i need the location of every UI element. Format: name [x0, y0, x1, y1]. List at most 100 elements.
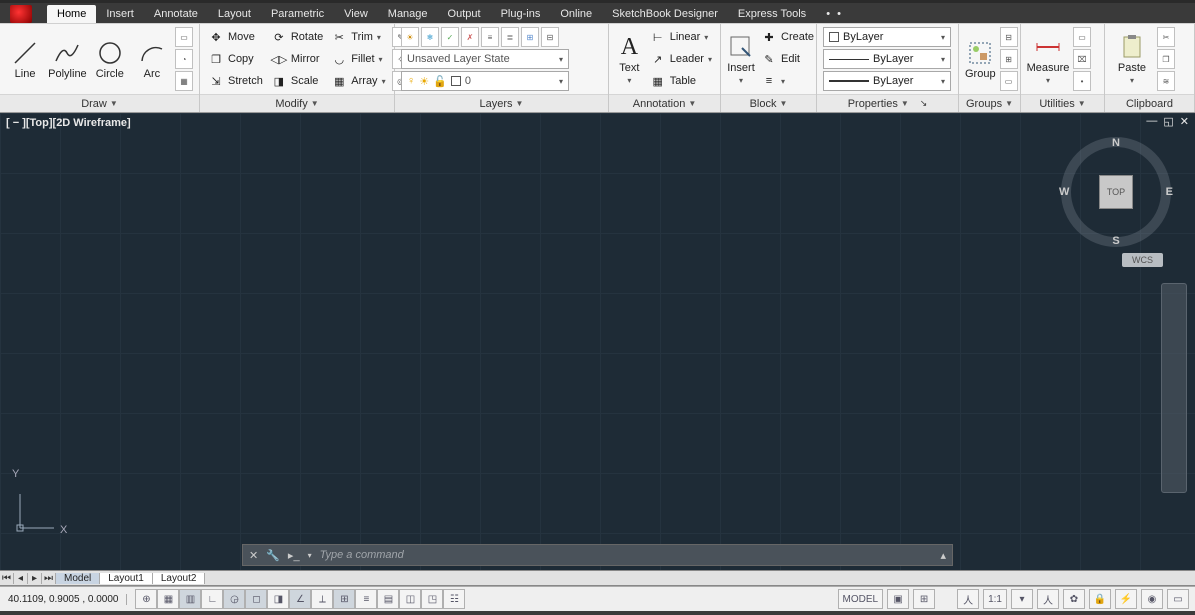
cmd-expand-icon[interactable]: ▴ — [940, 549, 946, 562]
viewcube-top-face[interactable]: TOP — [1099, 175, 1133, 209]
circle-button[interactable]: Circle — [91, 26, 129, 92]
trim-button[interactable]: ✂Trim▾ — [329, 26, 387, 48]
dialog-launcher-icon[interactable]: ↘ — [920, 98, 928, 109]
annoscale-icon[interactable]: 人 — [957, 589, 979, 609]
groupbbox-btn[interactable]: ▭ — [1000, 71, 1018, 91]
sc-btn[interactable]: ◳ — [421, 589, 443, 609]
tab-prev[interactable]: ◂ — [14, 573, 28, 584]
layer-btn-4[interactable]: ✗ — [461, 27, 479, 47]
panel-title-properties[interactable]: Properties▼↘ — [817, 94, 958, 112]
rotate-button[interactable]: ⟳Rotate — [269, 26, 325, 48]
model-status[interactable]: MODEL — [838, 589, 884, 609]
group-button[interactable]: Group — [965, 26, 996, 92]
ortho-btn[interactable]: ∟ — [201, 589, 223, 609]
copy-clip-btn[interactable]: ❐ — [1157, 49, 1175, 69]
measure-button[interactable]: Measure ▾ — [1027, 26, 1069, 92]
layer-btn-1[interactable]: ☀ — [401, 27, 419, 47]
move-button[interactable]: ✥Move — [206, 26, 265, 48]
lineweight-dd[interactable]: ByLayer▾ — [823, 71, 951, 91]
layer-btn-6[interactable]: ≣ — [501, 27, 519, 47]
panel-title-modify[interactable]: Modify▼ — [200, 94, 394, 112]
tab-last[interactable]: ⏭ — [42, 573, 56, 584]
panel-title-clipboard[interactable]: Clipboard — [1105, 94, 1194, 112]
select-btn[interactable]: ▭ — [1073, 27, 1091, 47]
calc-btn[interactable]: ⌧ — [1073, 49, 1091, 69]
tab-plugins[interactable]: Plug-ins — [491, 5, 551, 23]
tab-online[interactable]: Online — [550, 5, 602, 23]
qp-btn[interactable]: ◫ — [399, 589, 421, 609]
toolbar-lock-icon[interactable]: 🔒 — [1089, 589, 1111, 609]
color-dd[interactable]: ByLayer▾ — [823, 27, 951, 47]
drawing-viewport[interactable]: [ − ][Top][2D Wireframe] — ◱ ✕ TOP N S E… — [0, 113, 1195, 570]
close-icon[interactable]: ✕ — [1180, 115, 1189, 128]
layer-btn-8[interactable]: ⊟ — [541, 27, 559, 47]
hardware-accel-icon[interactable]: ⚡ — [1115, 589, 1137, 609]
otrack-btn[interactable]: ∠ — [289, 589, 311, 609]
cmd-wrench-icon[interactable]: 🔧 — [266, 549, 280, 562]
panel-title-layers[interactable]: Layers▼ — [395, 94, 608, 112]
text-button[interactable]: A Text ▾ — [615, 26, 644, 92]
insert-button[interactable]: Insert ▾ — [727, 26, 755, 92]
create-button[interactable]: ✚Create — [759, 26, 816, 48]
linetype-dd[interactable]: ByLayer▾ — [823, 49, 951, 69]
am-btn[interactable]: ☷ — [443, 589, 465, 609]
stretch-button[interactable]: ⇲Stretch — [206, 70, 265, 92]
ellipse-dd[interactable]: ◔ — [175, 49, 193, 69]
arc-button[interactable]: Arc — [133, 26, 171, 92]
wcs-badge[interactable]: WCS — [1122, 253, 1163, 267]
annolock-icon[interactable]: 人 — [1037, 589, 1059, 609]
line-button[interactable]: Line — [6, 26, 44, 92]
viewcube[interactable]: TOP N S E W — [1061, 137, 1171, 247]
scale-button[interactable]: ◨Scale — [269, 70, 325, 92]
viewport-label[interactable]: [ − ][Top][2D Wireframe] — [6, 117, 131, 129]
tab-first[interactable]: ⏮ — [0, 573, 14, 584]
annovis-icon[interactable]: ▾ — [1011, 589, 1033, 609]
tab-sketchbook[interactable]: SketchBook Designer — [602, 5, 728, 23]
groupedit-btn[interactable]: ⊞ — [1000, 49, 1018, 69]
ducs-btn[interactable]: ⟂ — [311, 589, 333, 609]
viewcube-w[interactable]: W — [1059, 186, 1069, 198]
polar-btn[interactable]: ◶ — [223, 589, 245, 609]
layout1-tab[interactable]: Layout1 — [100, 573, 153, 584]
copy-button[interactable]: ❐Copy — [206, 48, 265, 70]
mirror-button[interactable]: ◁▷Mirror — [269, 48, 325, 70]
match-btn[interactable]: ≋ — [1157, 71, 1175, 91]
layout2-tab[interactable]: Layout2 — [153, 573, 206, 584]
hatch-dd[interactable]: ▦ — [175, 71, 193, 91]
dyn-btn[interactable]: ⊞ — [333, 589, 355, 609]
3dosnap-btn[interactable]: ◨ — [267, 589, 289, 609]
table-button[interactable]: ▦Table — [648, 70, 714, 92]
panel-title-annotation[interactable]: Annotation▼ — [609, 94, 720, 112]
rectangle-dd[interactable]: ▭ — [175, 27, 193, 47]
paste-button[interactable]: Paste ▾ — [1111, 26, 1153, 92]
tpy-btn[interactable]: ▤ — [377, 589, 399, 609]
fillet-button[interactable]: ◡Fillet▾ — [329, 48, 387, 70]
layer-current-dd[interactable]: ♀ ☀ 🔓 0 ▾ — [401, 71, 569, 91]
coords-readout[interactable]: 40.1109, 0.9005 , 0.0000 — [0, 594, 127, 605]
command-line[interactable]: ✕ 🔧 ▸_ ▾ Type a command ▴ — [242, 544, 953, 566]
restore-icon[interactable]: ◱ — [1163, 115, 1173, 128]
tab-home[interactable]: Home — [47, 5, 96, 23]
viewcube-s[interactable]: S — [1112, 235, 1119, 247]
annoscale-value[interactable]: 1:1 — [983, 589, 1007, 609]
viewcube-n[interactable]: N — [1112, 137, 1120, 149]
ws-switch-icon[interactable]: ✿ — [1063, 589, 1085, 609]
tab-view[interactable]: View — [334, 5, 378, 23]
grid-btn[interactable]: ▥ — [179, 589, 201, 609]
status-grid-icon[interactable]: ▣ — [887, 589, 909, 609]
polyline-button[interactable]: Polyline — [48, 26, 87, 92]
infer-btn[interactable]: ⊕ — [135, 589, 157, 609]
edit-button[interactable]: ✎Edit — [759, 48, 816, 70]
clean-screen-icon[interactable]: ▭ — [1167, 589, 1189, 609]
panel-title-block[interactable]: Block▼ — [721, 94, 816, 112]
tab-layout[interactable]: Layout — [208, 5, 261, 23]
tab-output[interactable]: Output — [438, 5, 491, 23]
osnap-btn[interactable]: ◻ — [245, 589, 267, 609]
tab-expresstools[interactable]: Express Tools — [728, 5, 816, 23]
tab-insert[interactable]: Insert — [96, 5, 144, 23]
navigation-bar[interactable] — [1161, 283, 1187, 493]
leader-button[interactable]: ↗Leader▾ — [648, 48, 714, 70]
layer-state-dd[interactable]: Unsaved Layer State▾ — [401, 49, 569, 69]
layer-btn-7[interactable]: ⊞ — [521, 27, 539, 47]
tab-next[interactable]: ▸ — [28, 573, 42, 584]
